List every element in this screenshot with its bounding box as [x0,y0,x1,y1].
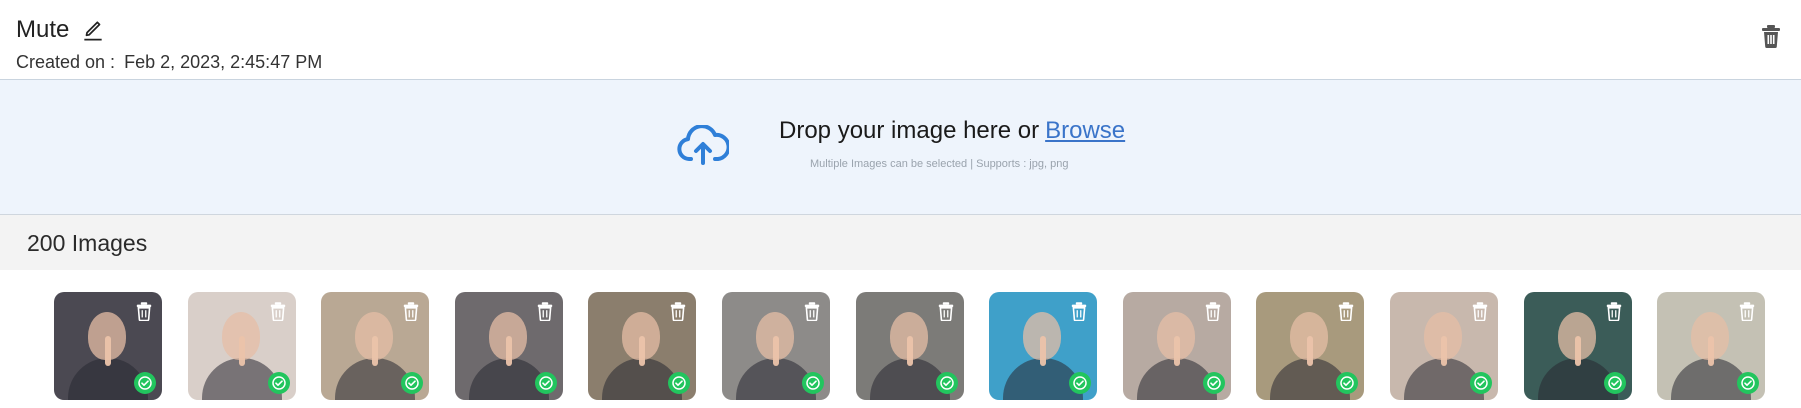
photo-finger [506,336,512,366]
trash-icon[interactable] [1472,301,1488,321]
photo-finger [1708,336,1714,366]
trash-icon[interactable] [270,301,286,321]
check-circle-icon [936,372,958,394]
check-circle-icon [1470,372,1492,394]
image-thumbnail[interactable] [588,292,696,400]
set-header: Mute Created on : Feb 2, 2023, 2:45:47 P… [0,0,1801,80]
photo-finger [105,336,111,366]
check-circle-icon [1203,372,1225,394]
check-circle-icon [401,372,423,394]
trash-icon[interactable] [403,301,419,321]
created-label: Created on : [16,52,116,72]
image-thumbnail[interactable] [722,292,830,400]
photo-finger [372,336,378,366]
check-circle-icon [268,372,290,394]
pencil-icon[interactable] [80,18,106,44]
created-on: Created on : Feb 2, 2023, 2:45:47 PM [16,52,322,73]
check-circle-icon [668,372,690,394]
photo-finger [1307,336,1313,366]
trash-icon[interactable] [804,301,820,321]
trash-icon[interactable] [670,301,686,321]
check-circle-icon [1336,372,1358,394]
photo-finger [1174,336,1180,366]
check-circle-icon [1737,372,1759,394]
trash-icon[interactable] [136,301,152,321]
images-count-bar: 200 Images [0,215,1801,270]
set-title: Mute [16,16,70,43]
check-circle-icon [134,372,156,394]
image-thumbnail[interactable] [1524,292,1632,400]
photo-finger [1575,336,1581,366]
photo-finger [239,336,245,366]
browse-link[interactable]: Browse [1045,117,1125,144]
photo-finger [639,336,645,366]
trash-icon[interactable] [537,301,553,321]
image-thumbnail[interactable] [1123,292,1231,400]
drop-prompt-text: Drop your image here or [779,117,1040,144]
trash-icon[interactable] [1739,301,1755,321]
photo-finger [1441,336,1447,366]
photo-finger [907,336,913,366]
image-thumbnail[interactable] [321,292,429,400]
image-gallery [0,270,1801,408]
check-circle-icon [535,372,557,394]
images-count: 200 Images [27,230,148,256]
trash-icon[interactable] [1761,24,1781,48]
photo-finger [1040,336,1046,366]
image-thumbnail[interactable] [989,292,1097,400]
image-thumbnail[interactable] [1256,292,1364,400]
photo-finger [773,336,779,366]
trash-icon[interactable] [1338,301,1354,321]
cloud-upload-icon [677,125,729,165]
trash-icon[interactable] [1071,301,1087,321]
upload-hint: Multiple Images can be selected | Suppor… [810,158,1069,170]
image-thumbnail[interactable] [1390,292,1498,400]
image-thumbnail[interactable] [455,292,563,400]
trash-icon[interactable] [1205,301,1221,321]
image-thumbnail[interactable] [188,292,296,400]
created-date: Feb 2, 2023, 2:45:47 PM [124,52,323,72]
image-thumbnail[interactable] [856,292,964,400]
trash-icon[interactable] [1606,301,1622,321]
check-circle-icon [1604,372,1626,394]
trash-icon[interactable] [938,301,954,321]
check-circle-icon [1069,372,1091,394]
drop-prompt: Drop your image here or Browse [779,117,1125,145]
image-thumbnail[interactable] [1657,292,1765,400]
check-circle-icon [802,372,824,394]
image-thumbnail[interactable] [54,292,162,400]
image-dropzone[interactable]: Drop your image here or Browse Multiple I… [0,80,1801,215]
